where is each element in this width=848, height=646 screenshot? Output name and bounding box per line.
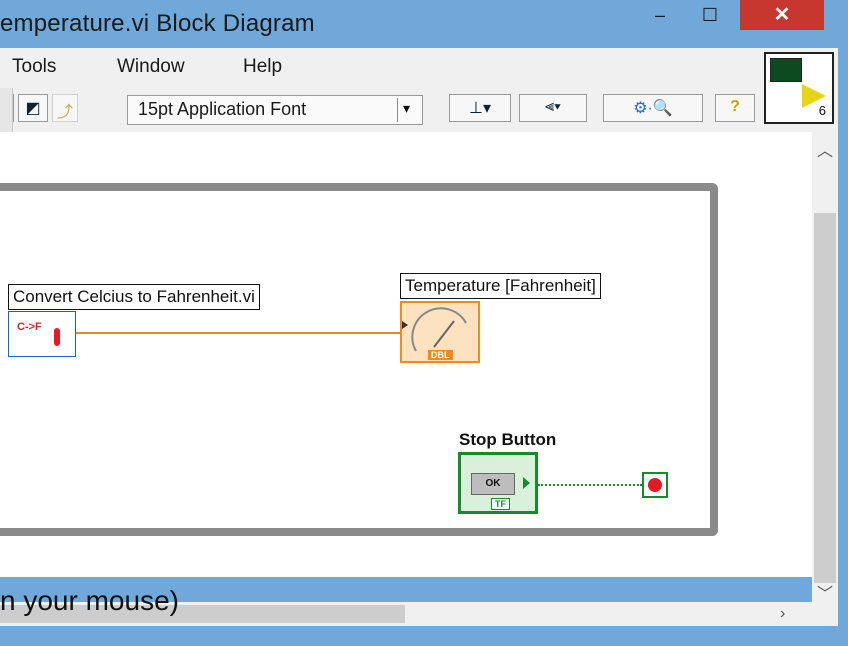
retain-wire-values-button[interactable]: ◩ [18,94,48,122]
indicator-label: Temperature [Fahrenheit] [400,273,601,299]
instruction-text: n your mouse) [0,585,179,616]
temperature-gauge-indicator[interactable]: DBL [400,301,480,363]
loop-condition-terminal[interactable] [642,472,668,498]
title-bar[interactable]: emperature.vi Block Diagram – ☐ ✕ [0,0,848,46]
align-objects-button[interactable]: ⊥▾ [449,94,511,122]
step-out-button[interactable]: ⤴ [52,94,78,122]
font-selector-divider [397,98,398,122]
stop-button-terminal[interactable]: OK TF [458,452,538,514]
context-help-button[interactable]: ? [715,94,755,122]
tf-tag: TF [491,498,510,510]
dbl-tag: DBL [428,350,453,360]
labview-window: emperature.vi Block Diagram – ☐ ✕ Tools … [0,0,848,646]
font-selector-label: 15pt Application Font [138,99,307,119]
vertical-scroll-thumb[interactable] [814,213,836,583]
window-title: emperature.vi Block Diagram [0,10,315,37]
scroll-down-icon[interactable]: ﹀ [812,580,838,604]
scroll-right-icon[interactable]: › [780,605,785,623]
maximize-button[interactable]: ☐ [690,0,730,30]
window-border-bottom [0,626,848,646]
distribute-objects-button[interactable]: ⫷▾ [519,94,587,122]
close-button[interactable]: ✕ [740,0,824,30]
stop-button-label: Stop Button [459,430,557,449]
menu-help[interactable]: Help [243,56,282,78]
output-arrow-icon [523,477,530,489]
align-objects-icon: ⊥▾ [469,100,491,117]
orange-wire[interactable] [76,332,402,334]
scroll-up-icon[interactable]: ︿ [812,137,838,161]
menu-bar: Tools Window Help [0,48,838,88]
vi-icon-number: 6 [818,103,826,118]
chevron-down-icon: ▾ [403,100,411,116]
vi-icon[interactable]: 6 [764,52,834,124]
waveform-icon [770,58,802,82]
subvi-icon-text: C->F [17,321,42,333]
menu-tools[interactable]: Tools [12,56,56,78]
minimize-button[interactable]: – [640,0,680,30]
boolean-wire[interactable] [538,484,642,486]
retain-values-icon: ◩ [25,100,41,117]
distribute-objects-icon: ⫷▾ [545,98,561,115]
reorder-button[interactable]: ⚙·🔍 [603,94,703,122]
font-selector[interactable]: 15pt Application Font ▾ [127,95,423,125]
subvi-label: Convert Celcius to Fahrenheit.vi [8,284,260,310]
cleanup-search-icon: ⚙·🔍 [633,100,673,117]
convert-subvi-node[interactable]: C->F [8,311,76,357]
menu-window[interactable]: Window [117,56,185,78]
thermometer-icon [54,328,60,346]
ok-button-glyph: OK [471,473,515,495]
stop-icon [648,478,662,492]
help-question-icon: ? [730,98,740,115]
step-out-icon: ⤴ [56,104,73,121]
window-border-right [838,46,848,646]
